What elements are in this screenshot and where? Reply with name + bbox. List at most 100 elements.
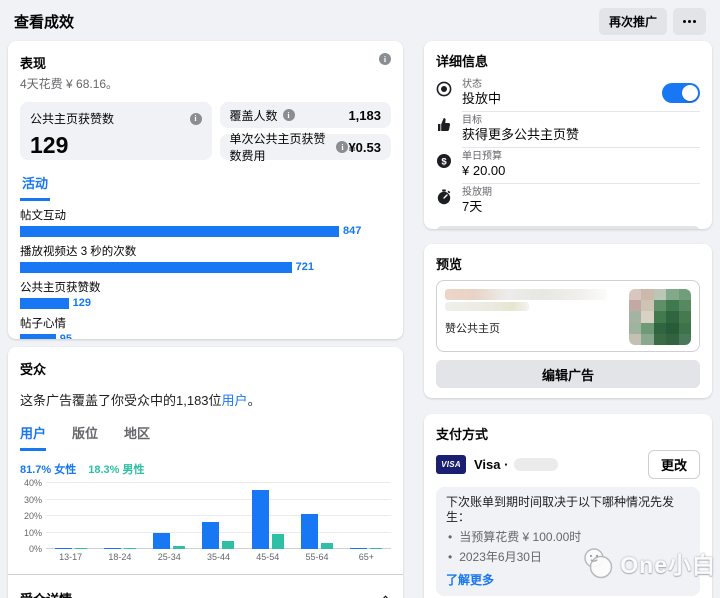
bar-track: 95 [20,333,391,339]
timer-icon [436,184,462,210]
detail-row-budget: $ 单日预算 ¥ 20.00 [436,148,700,184]
cost-value: ¥0.53 [348,139,381,155]
mosaic-cell [641,311,654,323]
page-likes-metric: 公共主页获赞数 129 [20,102,212,160]
mosaic-cell [678,289,691,301]
info-icon[interactable] [379,53,391,65]
bar-value-label: 129 [72,297,91,309]
ad-preview[interactable]: 赞公共主页 [436,280,700,352]
page-header: 查看成效 再次推广 [0,0,720,41]
tab-placements[interactable]: 版位 [72,423,98,451]
more-options-button[interactable] [673,8,706,35]
payment-method-label: Visa · [474,457,509,472]
detail-row-duration: 投放期 7天 [436,184,700,219]
edit-ad-label: 编辑广告 [541,367,594,383]
audience-chart: 0% 10% 20% 30% 40% [20,478,391,554]
info-icon[interactable] [189,112,202,125]
y-tick-label: 20% [23,511,42,521]
audience-details-expander[interactable]: 受众详情 [20,575,391,598]
mosaic-cell [629,322,642,334]
change-payment-button[interactable]: 更改 [647,450,700,479]
billing-bullet: 当预算花费 ¥ 100.00时 [446,530,690,545]
performance-subtitle: 4天花费 ¥ 68.16。 [20,77,119,91]
page-likes-value: 129 [30,132,69,158]
mosaic-cell [666,311,679,323]
mosaic-cell [653,300,667,312]
female-bar [301,514,319,549]
preview-title: 预览 [436,257,463,272]
preview-thumbnail [629,289,691,345]
users-link[interactable]: 用户 [222,393,248,408]
age-group [46,483,95,549]
age-group [292,483,341,549]
page-title: 查看成效 [14,14,75,31]
x-tick-label: 45-54 [256,552,280,562]
performance-card: 表现 4天花费 ¥ 68.16。 公共主页获赞数 129 覆盖人数 [8,41,403,339]
mosaic-cell [678,300,691,312]
reach-label: 覆盖人数 [229,108,278,123]
thumb-up-icon [436,112,462,138]
bar-track: 847 [20,225,391,237]
bar-value-label: 847 [343,225,362,237]
billing-bullet-text: 当预算花费 ¥ 100.00时 [459,530,582,544]
female-bar [350,547,368,549]
bar-category-label: 帖子心情 [20,318,66,330]
page-likes-label: 公共主页获赞数 [30,112,115,126]
promote-again-button[interactable]: 再次推广 [598,8,667,35]
detail-value: 获得更多公共主页赞 [462,127,580,142]
activity-bar-row: 帖文互动 847 [20,207,391,237]
legend-female: 81.7% 女性 [20,464,77,476]
reach-value: 1,183 [348,107,381,123]
detail-row-goal: 目标 获得更多公共主页赞 [436,112,700,148]
info-icon[interactable] [282,109,295,121]
mosaic-cell [641,300,654,312]
mosaic-cell [666,333,679,345]
gender-legend: 81.7% 女性 18.3% 男性 [20,461,391,477]
detail-value: 投放中 [462,91,502,106]
mosaic-cell [629,289,642,301]
audience-chart-plot [46,482,391,549]
status-toggle[interactable] [662,83,700,103]
mosaic-cell [641,289,654,301]
bar [20,297,69,309]
age-group [342,483,391,549]
mosaic-cell [629,333,642,345]
male-bar [271,534,284,549]
preview-caption: 赞公共主页 [445,323,500,335]
blurred-text-line [445,289,607,300]
mosaic-cell [666,322,679,334]
female-bar [153,533,171,549]
learn-more-link[interactable]: 了解更多 [446,571,690,588]
legend-male: 18.3% 男性 [88,464,145,476]
info-icon[interactable] [336,141,349,153]
mosaic-cell [653,289,667,301]
x-tick-label: 35-44 [206,552,230,562]
billing-bullet-text: 2023年6月30日 [459,550,542,564]
tab-locations[interactable]: 地区 [124,423,150,451]
detail-label: 单日预算 [462,151,502,162]
audience-card: 受众 这条广告覆盖了你受众中的1,183位用户。 用户 版位 地区 81.7% … [8,347,403,598]
audience-title: 受众 [20,362,47,377]
cost-label: 单次公共主页获赞数费用 [229,132,326,163]
male-bar [173,545,186,549]
x-tick-label: 55-64 [305,552,329,562]
x-tick-label: 65+ [358,552,374,562]
detail-label: 目标 [462,115,482,126]
details-expand-button[interactable]: 展开 [436,226,700,229]
male-bar [321,543,334,549]
y-tick-label: 0% [28,544,42,554]
audience-description: 这条广告覆盖了你受众中的1,183位用户。 [20,390,391,409]
edit-ad-button[interactable]: 编辑广告 [436,360,700,388]
mosaic-cell [653,311,667,323]
mosaic-cell [666,289,679,301]
performance-title: 表现 [20,56,47,71]
tab-users[interactable]: 用户 [20,423,47,451]
detail-label: 投放期 [462,187,492,198]
female-bar [103,547,121,549]
bar [20,333,56,339]
tab-activity[interactable]: 活动 [20,173,51,201]
y-tick-label: 10% [23,527,42,538]
y-tick-label: 30% [23,494,42,505]
audience-chart-xaxis: 13-17 18-24 25-34 35-44 45-54 55-64 65+ [46,549,391,562]
blurred-text-line [445,302,530,311]
